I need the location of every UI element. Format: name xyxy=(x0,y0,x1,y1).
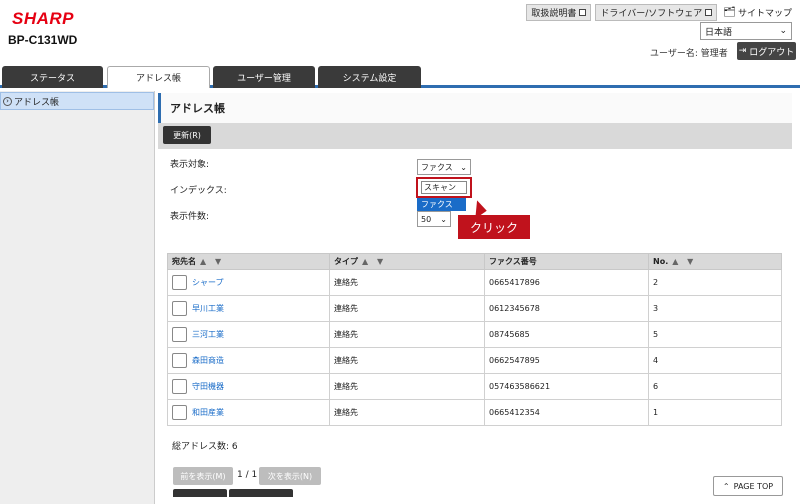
table-row: シャープ 連絡先 0665417896 2 xyxy=(167,269,782,296)
column-header-no[interactable]: No. ▲ ▼ xyxy=(648,253,782,270)
address-name-link[interactable]: 和田産業 xyxy=(192,407,224,418)
top-links: 取扱説明書 ドライバー/ソフトウェア 🗂 サイトマップ xyxy=(526,4,794,21)
number-cell: 5 xyxy=(648,321,782,348)
row-checkbox[interactable] xyxy=(172,275,187,290)
table-row: 森田商造 連絡先 0662547895 4 xyxy=(167,347,782,374)
model-name: BP-C131WD xyxy=(8,33,78,47)
row-checkbox[interactable] xyxy=(172,379,187,394)
external-link-icon xyxy=(705,9,713,16)
sidebar-item-address-book[interactable]: › アドレス帳 xyxy=(0,92,154,110)
type-cell: 連絡先 xyxy=(329,269,485,296)
logout-button[interactable]: ⇥ ログアウト xyxy=(737,42,796,60)
table-row: 和田産業 連絡先 0665412354 1 xyxy=(167,399,782,426)
tab-system-settings[interactable]: システム設定 xyxy=(318,66,421,88)
external-link-icon xyxy=(579,9,587,16)
column-header-name[interactable]: 宛先名 ▲ ▼ xyxy=(167,253,330,270)
number-cell: 6 xyxy=(648,373,782,400)
number-cell: 1 xyxy=(648,399,782,426)
fax-number-cell: 08745685 xyxy=(484,321,649,348)
bottom-button-stub[interactable] xyxy=(173,489,227,497)
name-cell: 三河工業 xyxy=(167,321,330,348)
tab-user-management[interactable]: ユーザー管理 xyxy=(213,66,315,88)
name-cell: シャープ xyxy=(167,269,330,296)
name-cell: 早川工業 xyxy=(167,295,330,322)
name-cell: 森田商造 xyxy=(167,347,330,374)
total-count: 総アドレス数: 6 xyxy=(172,442,238,452)
tab-address-book[interactable]: アドレス帳 xyxy=(107,66,210,88)
fax-number-cell: 0665412354 xyxy=(484,399,649,426)
dropdown-option-fax[interactable]: ファクス xyxy=(417,198,466,211)
sitemap-icon: 🗂 xyxy=(723,7,736,18)
driver-software-link[interactable]: ドライバー/ソフトウェア xyxy=(595,4,718,21)
type-cell: 連絡先 xyxy=(329,347,485,374)
count-label: 表示件数: xyxy=(170,212,210,222)
number-cell: 4 xyxy=(648,347,782,374)
table-row: 守田機器 連絡先 057463586621 6 xyxy=(167,373,782,400)
address-name-link[interactable]: 早川工業 xyxy=(192,303,224,314)
manual-link[interactable]: 取扱説明書 xyxy=(526,4,592,21)
dropdown-option-scan[interactable]: スキャン xyxy=(416,177,472,198)
address-name-link[interactable]: シャープ xyxy=(192,277,224,288)
number-cell: 3 xyxy=(648,295,782,322)
type-cell: 連絡先 xyxy=(329,295,485,322)
page-indicator: 1 / 1 xyxy=(237,470,258,480)
header: SHARP BP-C131WD 取扱説明書 ドライバー/ソフトウェア 🗂 サイト… xyxy=(0,0,800,66)
fax-number-cell: 057463586621 xyxy=(484,373,649,400)
address-name-link[interactable]: 森田商造 xyxy=(192,355,224,366)
number-cell: 2 xyxy=(648,269,782,296)
chevron-down-icon: ⌄ xyxy=(460,162,467,172)
chevron-up-icon: ⌃ xyxy=(722,481,730,491)
count-select[interactable]: 50 ⌄ xyxy=(417,211,451,227)
column-header-type[interactable]: タイプ ▲ ▼ xyxy=(329,253,485,270)
logout-icon: ⇥ xyxy=(738,46,747,56)
chevron-down-icon: ⌄ xyxy=(779,26,787,36)
sitemap-link[interactable]: 🗂 サイトマップ xyxy=(721,5,794,20)
sort-icon[interactable]: ▲ ▼ xyxy=(672,257,696,266)
action-bar: 更新(R) xyxy=(158,123,792,149)
address-table: 宛先名 ▲ ▼ タイプ ▲ ▼ ファクス番号 No. ▲ ▼ シャープ 連絡先 06654… xyxy=(167,253,782,426)
fax-number-cell: 0662547895 xyxy=(484,347,649,374)
table-row: 早川工業 連絡先 0612345678 3 xyxy=(167,295,782,322)
sort-icon[interactable]: ▲ ▼ xyxy=(362,257,386,266)
type-cell: 連絡先 xyxy=(329,399,485,426)
fax-number-cell: 0665417896 xyxy=(484,269,649,296)
type-cell: 連絡先 xyxy=(329,321,485,348)
page-title: アドレス帳 xyxy=(158,93,792,123)
bottom-button-stub[interactable] xyxy=(229,489,293,497)
sidebar: › アドレス帳 xyxy=(0,91,155,504)
name-cell: 守田機器 xyxy=(167,373,330,400)
language-select[interactable]: 日本語 ⌄ xyxy=(700,22,792,40)
index-label: インデックス: xyxy=(170,186,227,196)
row-checkbox[interactable] xyxy=(172,353,187,368)
name-cell: 和田産業 xyxy=(167,399,330,426)
fax-number-cell: 0612345678 xyxy=(484,295,649,322)
main-content: アドレス帳 更新(R) 表示対象: ファクス ⌄ インデックス: 表示件数: 5… xyxy=(158,91,800,504)
type-cell: 連絡先 xyxy=(329,373,485,400)
next-page-button[interactable]: 次を表示(N) xyxy=(259,467,321,485)
sharp-logo[interactable]: SHARP xyxy=(12,9,74,29)
page-top-button[interactable]: ⌃ PAGE TOP xyxy=(713,476,783,496)
display-target-select[interactable]: ファクス ⌄ xyxy=(417,159,471,175)
address-name-link[interactable]: 守田機器 xyxy=(192,381,224,392)
row-checkbox[interactable] xyxy=(172,405,187,420)
sort-icon[interactable]: ▲ ▼ xyxy=(200,257,224,266)
display-target-label: 表示対象: xyxy=(170,160,210,170)
refresh-button[interactable]: 更新(R) xyxy=(163,126,211,144)
click-callout: クリック xyxy=(458,215,530,239)
chevron-right-icon: › xyxy=(3,96,12,106)
chevron-down-icon: ⌄ xyxy=(440,214,447,224)
address-name-link[interactable]: 三河工業 xyxy=(192,329,224,340)
row-checkbox[interactable] xyxy=(172,327,187,342)
prev-page-button[interactable]: 前を表示(M) xyxy=(173,467,233,485)
table-row: 三河工業 連絡先 08745685 5 xyxy=(167,321,782,348)
table-header-row: 宛先名 ▲ ▼ タイプ ▲ ▼ ファクス番号 No. ▲ ▼ xyxy=(167,253,782,270)
tab-status[interactable]: ステータス xyxy=(2,66,103,88)
main-tabs: ステータス アドレス帳 ユーザー管理 システム設定 xyxy=(0,66,800,88)
column-header-fax: ファクス番号 xyxy=(484,253,649,270)
user-name-label: ユーザー名: 管理者 xyxy=(650,49,728,59)
row-checkbox[interactable] xyxy=(172,301,187,316)
